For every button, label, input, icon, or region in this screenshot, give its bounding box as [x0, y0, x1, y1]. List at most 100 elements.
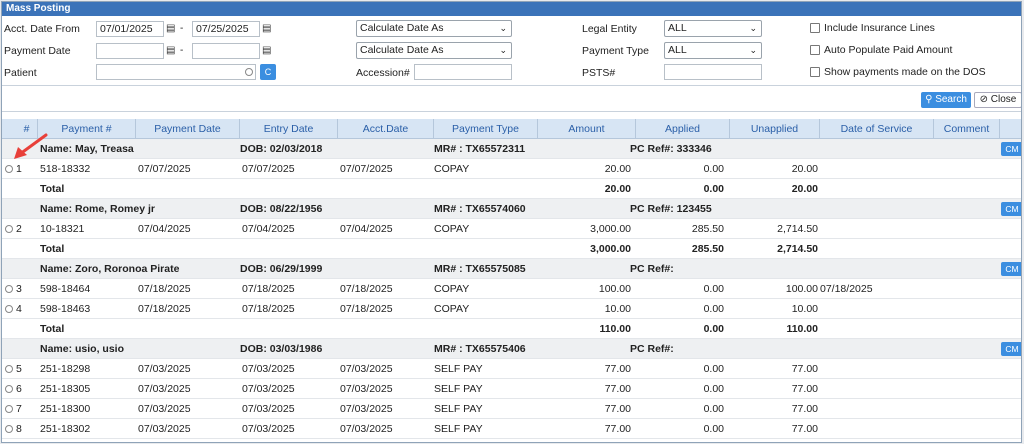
patient-mr: MR# : TX65575406	[434, 343, 526, 355]
payment-number: 251-18298	[40, 363, 91, 375]
date-of-service: 07/18/2025	[820, 283, 873, 295]
table-row[interactable]: 5 251-18298 07/03/2025 07/03/2025 07/03/2025…	[2, 359, 1021, 379]
patient-name: Name: May, Treasa	[40, 143, 134, 155]
patient-clear-button[interactable]: C	[260, 64, 276, 80]
table-row[interactable]: 6 251-18305 07/03/2025 07/03/2025 07/03/2025…	[2, 379, 1021, 399]
auto-populate-label: Auto Populate Paid Amount	[824, 44, 953, 56]
column-header[interactable]: Applied	[636, 119, 730, 139]
payment-number: 598-18463	[40, 303, 91, 315]
row-select-radio[interactable]	[5, 285, 13, 293]
acct-date: 07/03/2025	[340, 383, 393, 395]
patient-input[interactable]	[96, 64, 256, 80]
table-row[interactable]: 7 251-18300 07/03/2025 07/03/2025 07/03/2025…	[2, 399, 1021, 419]
chevron-down-icon: ⌄	[499, 45, 507, 55]
table-row[interactable]: 8 251-18302 07/03/2025 07/03/2025 07/03/2025…	[2, 419, 1021, 439]
search-button[interactable]: ⚲ Search	[921, 92, 971, 108]
patient-dob: DOB: 03/03/1986	[240, 343, 323, 355]
column-header[interactable]: Payment #	[38, 119, 136, 139]
calculate-date-value-1: Calculate Date As	[360, 22, 444, 34]
total-row: Total 20.00 0.00 20.00	[2, 179, 1021, 199]
payment-number: 251-18300	[40, 403, 91, 415]
row-select-radio[interactable]	[5, 225, 13, 233]
amount: 77.00	[604, 423, 631, 435]
legal-entity-select[interactable]: ALL ⌄	[664, 20, 762, 37]
row-select-radio[interactable]	[5, 405, 13, 413]
calculate-date-select-1[interactable]: Calculate Date As ⌄	[356, 20, 512, 37]
total-label: Total	[40, 183, 65, 195]
patient-name: Name: Rome, Romey jr	[40, 203, 155, 215]
applied: 0.00	[703, 403, 724, 415]
close-button[interactable]: ⊘ Close	[974, 92, 1021, 108]
calculate-date-select-2[interactable]: Calculate Date As ⌄	[356, 42, 512, 59]
row-number: 7	[16, 403, 22, 415]
row-select-radio[interactable]	[5, 165, 13, 173]
applied: 0.00	[703, 383, 724, 395]
payment-date-from-input[interactable]	[96, 43, 164, 59]
total-unapplied: 2,714.50	[777, 243, 818, 255]
acct-date-to-input[interactable]: 07/25/2025	[192, 21, 260, 37]
acct-date: 07/03/2025	[340, 423, 393, 435]
acct-date-from-label: Acct. Date From	[4, 23, 80, 35]
column-header[interactable]: Payment Date	[136, 119, 240, 139]
acct-date: 07/18/2025	[340, 303, 393, 315]
patient-mr: MR# : TX65574060	[434, 203, 526, 215]
column-header[interactable]: Comment	[934, 119, 1000, 139]
row-select-radio[interactable]	[5, 305, 13, 313]
payment-type: SELF PAY	[434, 383, 483, 395]
table-row[interactable]: 3 598-18464 07/18/2025 07/18/2025 07/18/2025…	[2, 279, 1021, 299]
payment-date: 07/03/2025	[138, 403, 191, 415]
payment-date: 07/03/2025	[138, 423, 191, 435]
payment-date-to-input[interactable]	[192, 43, 260, 59]
patient-group-row: Name: usio, usio DOB: 03/03/1986 MR# : TX6…	[2, 339, 1021, 359]
payment-number: 598-18464	[40, 283, 91, 295]
row-select-radio[interactable]	[5, 425, 13, 433]
column-header[interactable]: Payment Type	[434, 119, 538, 139]
entry-date: 07/03/2025	[242, 423, 295, 435]
psts-input[interactable]	[664, 64, 762, 80]
table-row[interactable]: 2 10-18321 07/04/2025 07/04/2025 07/04/2025 C…	[2, 219, 1021, 239]
calendar-icon[interactable]: ▤	[262, 45, 271, 56]
accession-input[interactable]	[414, 64, 512, 80]
column-header[interactable]: Unapplied	[730, 119, 820, 139]
cm-button[interactable]: CM	[1001, 262, 1021, 276]
cm-button[interactable]: CM	[1001, 342, 1021, 356]
column-header[interactable]: #	[16, 119, 38, 139]
cm-button[interactable]: CM	[1001, 202, 1021, 216]
calendar-icon[interactable]: ▤	[166, 23, 175, 34]
payment-type-select[interactable]: ALL ⌄	[664, 42, 762, 59]
row-number: 6	[16, 383, 22, 395]
column-header[interactable]: Amount	[538, 119, 636, 139]
show-dos-payments-checkbox[interactable]	[810, 67, 820, 77]
calendar-icon[interactable]: ▤	[166, 45, 175, 56]
patient-mr: MR# : TX65572311	[434, 143, 526, 155]
acct-date-from-input[interactable]: 07/01/2025	[96, 21, 164, 37]
include-insurance-checkbox[interactable]	[810, 23, 820, 33]
unapplied: 10.00	[791, 303, 818, 315]
applied: 0.00	[703, 163, 724, 175]
acct-date: 07/04/2025	[340, 223, 393, 235]
pc-ref: PC Ref#:	[630, 343, 674, 355]
calculate-date-value-2: Calculate Date As	[360, 44, 444, 56]
entry-date: 07/03/2025	[242, 403, 295, 415]
patient-group-row: Name: May, Treasa DOB: 02/03/2018 MR# : TX…	[2, 139, 1021, 159]
column-header[interactable]: Acct.Date	[338, 119, 434, 139]
auto-populate-checkbox[interactable]	[810, 45, 820, 55]
action-bar: ⚲ Search ⊘ Close	[2, 86, 1021, 112]
table-row[interactable]: 1 518-18332 07/07/2025 07/07/2025 07/07/2025…	[2, 159, 1021, 179]
clear-circle-icon[interactable]	[245, 68, 253, 76]
patient-mr: MR# : TX65575085	[434, 263, 526, 275]
calendar-icon[interactable]: ▤	[262, 23, 271, 34]
unapplied: 100.00	[785, 283, 818, 295]
grid-body: Name: May, Treasa DOB: 02/03/2018 MR# : TX…	[2, 139, 1021, 439]
column-header[interactable]: Entry Date	[240, 119, 338, 139]
table-row[interactable]: 4 598-18463 07/18/2025 07/18/2025 07/18/2025…	[2, 299, 1021, 319]
show-dos-payments-label: Show payments made on the DOS	[824, 66, 986, 78]
total-unapplied: 20.00	[791, 183, 818, 195]
cm-button[interactable]: CM	[1001, 142, 1021, 156]
column-header[interactable]: Date of Service	[820, 119, 934, 139]
total-row: Total 3,000.00 285.50 2,714.50	[2, 239, 1021, 259]
payment-type: COPAY	[434, 283, 470, 295]
row-select-radio[interactable]	[5, 385, 13, 393]
row-select-radio[interactable]	[5, 365, 13, 373]
amount: 100.00	[598, 283, 631, 295]
